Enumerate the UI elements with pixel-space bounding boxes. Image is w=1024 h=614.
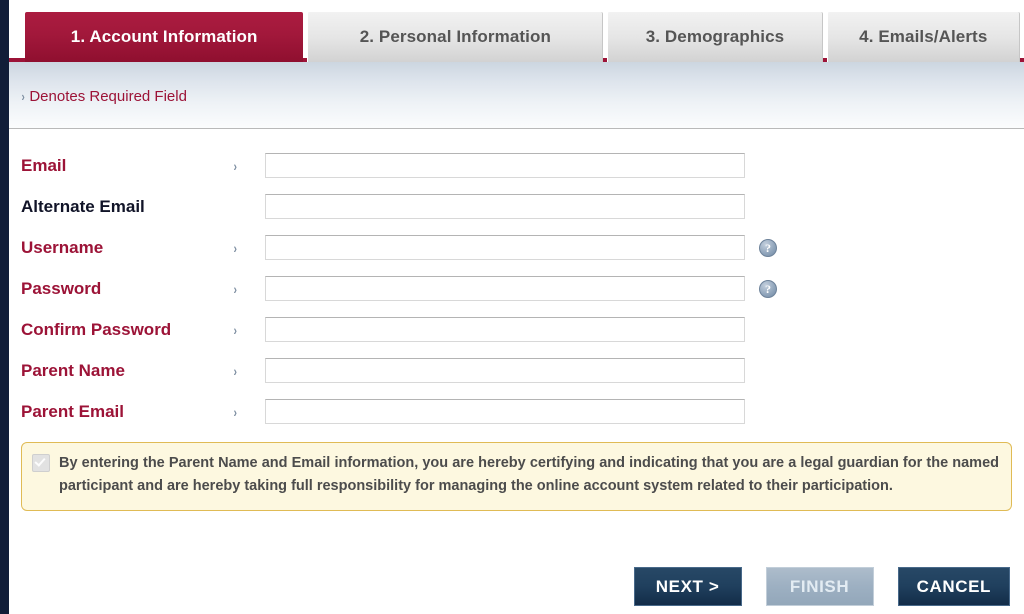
field-row-email: Email › — [9, 145, 1024, 186]
tab-account-information-label: 1. Account Information — [70, 27, 258, 46]
field-row-username: Username › ? — [9, 227, 1024, 268]
guardian-consent-text: By entering the Parent Name and Email in… — [59, 455, 999, 495]
input-username[interactable] — [265, 235, 745, 260]
label-username: Username — [21, 237, 104, 257]
required-marker-confirm-password: › — [233, 321, 238, 338]
next-button[interactable]: NEXT > — [633, 567, 742, 606]
finish-button: FINISH — [765, 567, 874, 606]
info-slot-username: ? — [745, 238, 779, 257]
field-row-alternate-email: Alternate Email — [9, 186, 1024, 227]
required-marker-parent-name: › — [233, 362, 238, 379]
input-confirm-password[interactable] — [265, 317, 745, 342]
chevron-right-icon: › — [21, 89, 25, 104]
guardian-consent-box: By entering the Parent Name and Email in… — [21, 442, 1012, 511]
info-icon-password[interactable]: ? — [759, 279, 777, 298]
required-field-banner: › Denotes Required Field — [9, 62, 1024, 129]
tab-personal-information[interactable]: 2. Personal Information — [307, 12, 604, 62]
label-email: Email — [21, 155, 67, 175]
field-row-password: Password › ? — [9, 268, 1024, 309]
label-password: Password — [21, 278, 102, 298]
guardian-consent-checkbox[interactable] — [32, 454, 50, 472]
required-field-note-label: Denotes Required Field — [29, 88, 187, 105]
tab-personal-information-label: 2. Personal Information — [359, 27, 551, 46]
input-email[interactable] — [265, 153, 745, 178]
input-parent-email[interactable] — [265, 399, 745, 424]
wizard-tabs: 1. Account Information 2. Personal Infor… — [9, 0, 1024, 62]
required-field-note: › Denotes Required Field — [21, 88, 187, 105]
field-row-confirm-password: Confirm Password › — [9, 309, 1024, 350]
account-information-form: Email › Alternate Email Username › ? Pas… — [9, 129, 1024, 511]
tab-emails-alerts-label: 4. Emails/Alerts — [859, 27, 988, 46]
tab-demographics[interactable]: 3. Demographics — [607, 12, 823, 62]
tab-account-information[interactable]: 1. Account Information — [25, 12, 304, 62]
input-parent-name[interactable] — [265, 358, 745, 383]
label-alternate-email: Alternate Email — [21, 196, 145, 216]
required-marker-username: › — [233, 239, 238, 256]
input-password[interactable] — [265, 276, 745, 301]
label-parent-email: Parent Email — [21, 401, 124, 421]
wizard-page: 1. Account Information 2. Personal Infor… — [9, 0, 1024, 614]
tab-list: 1. Account Information 2. Personal Infor… — [9, 12, 1024, 62]
required-marker-password: › — [233, 280, 238, 297]
tab-emails-alerts[interactable]: 4. Emails/Alerts — [826, 12, 1020, 62]
required-marker-parent-email: › — [233, 403, 238, 420]
label-parent-name: Parent Name — [21, 360, 125, 380]
cancel-button[interactable]: CANCEL — [897, 567, 1010, 606]
input-alternate-email[interactable] — [265, 194, 745, 219]
tab-demographics-label: 3. Demographics — [645, 27, 785, 46]
wizard-actions: NEXT > FINISH CANCEL — [610, 567, 1010, 606]
label-confirm-password: Confirm Password — [21, 319, 172, 339]
info-slot-password: ? — [745, 279, 779, 298]
field-row-parent-email: Parent Email › — [9, 391, 1024, 432]
field-row-parent-name: Parent Name › — [9, 350, 1024, 391]
required-marker-email: › — [233, 157, 238, 174]
left-accent-rail — [0, 0, 9, 614]
info-icon-username[interactable]: ? — [759, 238, 777, 257]
